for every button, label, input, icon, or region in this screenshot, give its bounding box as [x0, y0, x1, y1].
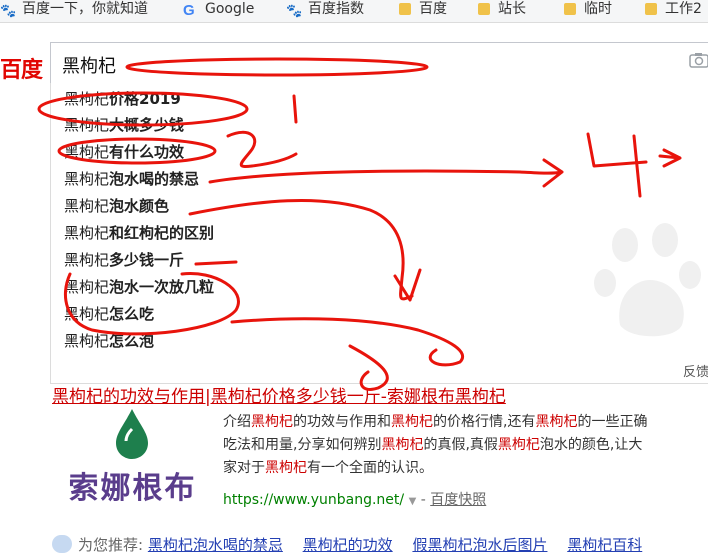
- suggestion-item[interactable]: 黑枸杞和红枸杞的区别: [64, 220, 214, 246]
- suggestion-item[interactable]: 黑枸杞泡水颜色: [64, 193, 169, 219]
- feedback-link[interactable]: 反馈: [683, 361, 708, 380]
- snapshot-link[interactable]: 百度快照: [430, 492, 486, 508]
- abstract-line: 家对于黑枸杞有一个全面的认识。: [223, 460, 433, 476]
- result-url: https://www.yunbang.net/ ▼ - 百度快照: [223, 492, 487, 508]
- folder-icon: [564, 3, 576, 15]
- google-icon: G: [183, 2, 195, 19]
- bookmark-label: Google: [205, 1, 255, 17]
- bookmark-label: 站长: [498, 1, 526, 17]
- suggestion-item[interactable]: 黑枸杞泡水喝的禁忌: [64, 166, 199, 192]
- recommend-icon: [52, 535, 72, 553]
- chevron-down-icon[interactable]: ▼: [409, 496, 417, 507]
- thumbnail-brand-text: 索娜根布: [68, 471, 197, 506]
- baidu-watermark-icon: [594, 223, 701, 337]
- folder-icon: [399, 3, 411, 15]
- bookmark-label: 百度: [419, 1, 447, 17]
- suggestion-item[interactable]: 黑枸杞怎么泡: [64, 328, 154, 354]
- result-title-link[interactable]: 黑枸杞的功效与作用|黑枸杞价格多少钱一斤-索娜根布黑枸杞: [52, 382, 506, 407]
- baidu-logo[interactable]: 百度: [0, 52, 43, 84]
- bookmark-folder-baidu[interactable]: 百度: [399, 0, 447, 22]
- suggestion-item[interactable]: 黑枸杞价格2019: [64, 86, 181, 112]
- abstract-line: 吃法和用量,分享如何辨别黑枸杞的真假,真假黑枸杞泡水的颜色,让大: [223, 437, 643, 453]
- result-abstract: 介绍黑枸杞的功效与作用和黑枸杞的价格行情,还有黑枸杞的一些正确 吃法和用量,分享…: [223, 411, 708, 480]
- suggestion-item[interactable]: 黑枸杞有什么功效: [64, 139, 184, 165]
- baidu-paw-icon: 🐾: [286, 4, 303, 19]
- recommend-link[interactable]: 黑枸杞的功效: [303, 536, 393, 554]
- bookmark-label: 百度指数: [308, 1, 364, 17]
- abstract-line: 介绍黑枸杞的功效与作用和黑枸杞的价格行情,还有黑枸杞的一些正确: [223, 414, 648, 430]
- camera-icon[interactable]: [689, 52, 708, 68]
- recommend-link[interactable]: 假黑枸杞泡水后图片: [412, 536, 547, 554]
- bookmark-label: 临时: [584, 1, 612, 17]
- bookmark-google[interactable]: G Google: [183, 0, 254, 22]
- suggestion-item[interactable]: 黑枸杞泡水一次放几粒: [64, 274, 214, 300]
- bookmarks-bar: 🐾 百度一下，你就知道 G Google 🐾 百度指数 百度 站长 临时 工作2: [0, 0, 708, 23]
- bookmark-folder-work2[interactable]: 工作2: [645, 0, 702, 22]
- folder-icon: [478, 3, 490, 15]
- bookmark-baidu[interactable]: 🐾 百度一下，你就知道: [0, 0, 148, 22]
- bookmark-label: 工作2: [665, 1, 702, 17]
- suggestion-item[interactable]: 黑枸杞多少钱一斤: [64, 247, 184, 273]
- search-input[interactable]: 黑枸杞: [50, 42, 708, 84]
- bookmark-label: 百度一下，你就知道: [22, 1, 148, 17]
- recommend-label: 为您推荐:: [78, 536, 144, 554]
- bookmark-folder-temp[interactable]: 临时: [564, 0, 612, 22]
- suggestion-item[interactable]: 黑枸杞怎么吃: [64, 301, 154, 327]
- result-thumbnail[interactable]: 索娜根布: [60, 405, 205, 506]
- water-drop-logo-icon: [116, 409, 148, 459]
- bookmark-baidu-index[interactable]: 🐾 百度指数: [286, 0, 364, 22]
- result-url-text[interactable]: https://www.yunbang.net/: [223, 492, 404, 508]
- search-query-text: 黑枸杞: [62, 56, 116, 77]
- suggestion-item[interactable]: 黑枸杞大概多少钱: [64, 112, 184, 138]
- baidu-paw-icon: 🐾: [0, 4, 17, 19]
- recommend-link[interactable]: 黑枸杞泡水喝的禁忌: [148, 536, 283, 554]
- bookmark-folder-webmaster[interactable]: 站长: [478, 0, 526, 22]
- folder-icon: [645, 3, 657, 15]
- recommend-link[interactable]: 黑枸杞百科: [567, 536, 642, 554]
